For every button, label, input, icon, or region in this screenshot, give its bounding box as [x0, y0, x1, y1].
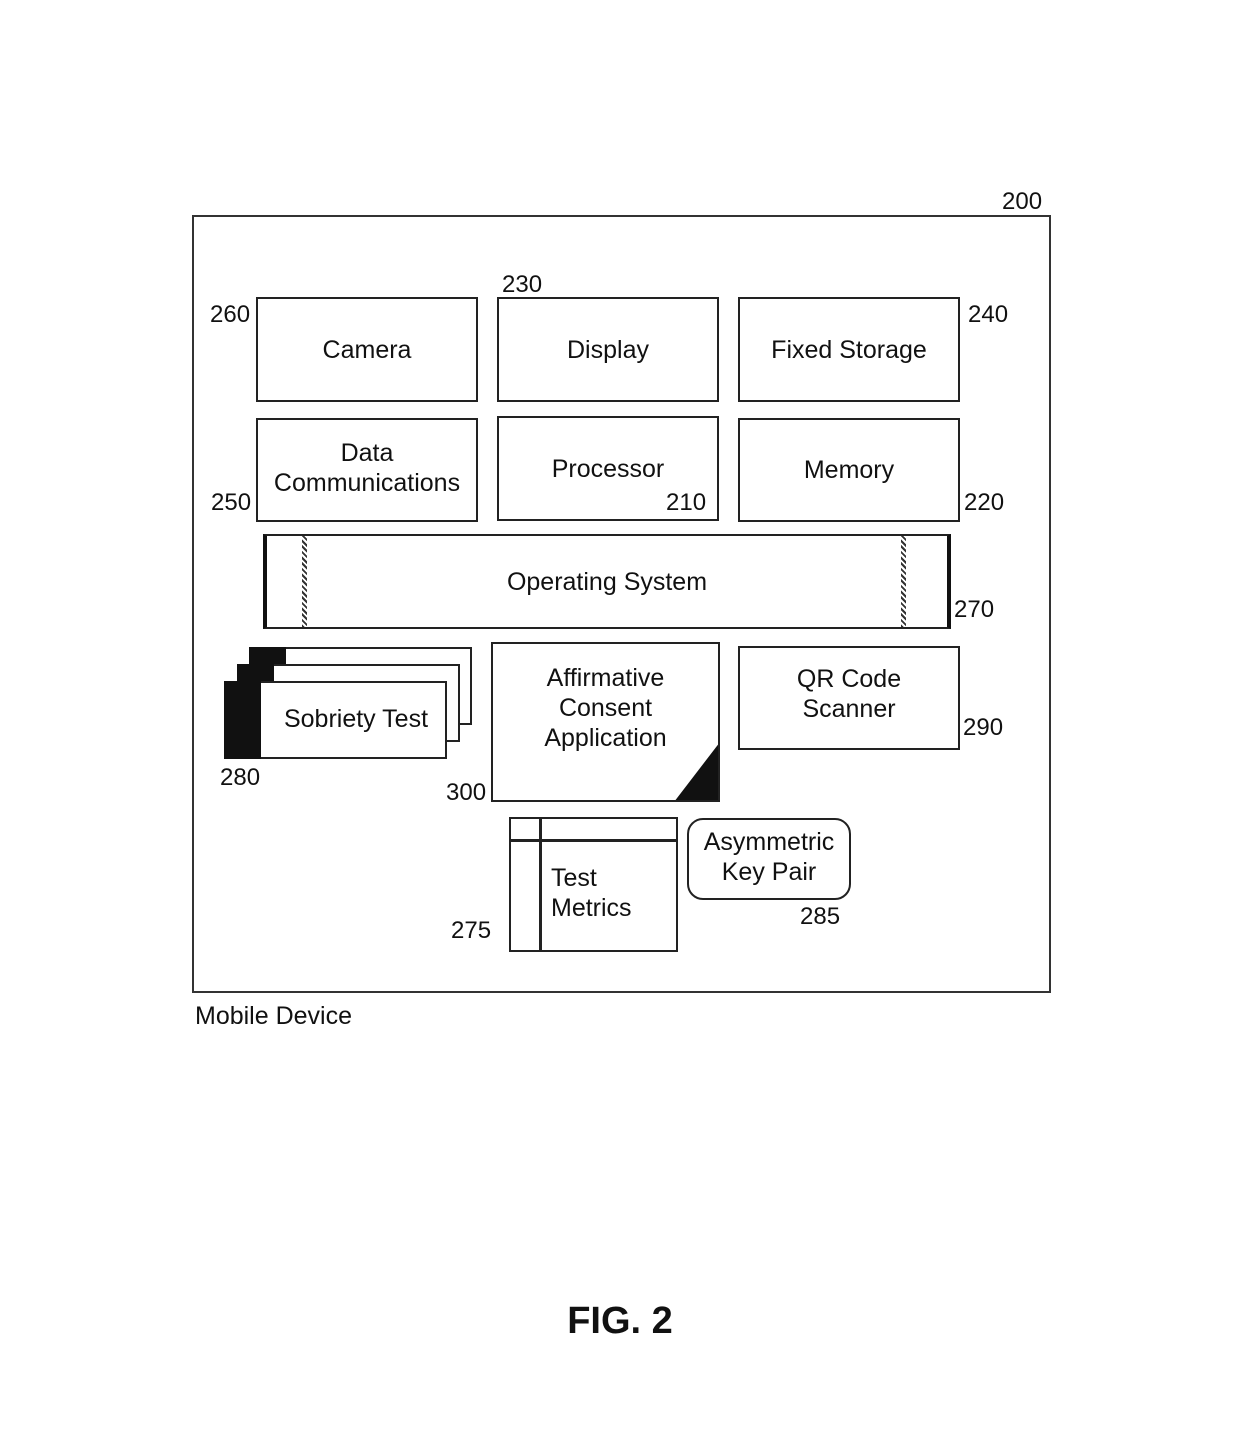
test-metrics-block: Test Metrics — [509, 817, 678, 952]
data-communications-ref-number: 250 — [211, 489, 252, 516]
test-metrics-column-line — [539, 819, 542, 950]
memory-block: Memory — [738, 418, 960, 522]
processor-label: Processor — [551, 455, 665, 483]
sobriety-test-label: Sobriety Test — [283, 705, 429, 733]
data-communications-label-line1: Data — [340, 439, 394, 467]
affirmative-consent-ref-number: 300 — [446, 779, 487, 806]
display-label: Display — [567, 335, 649, 364]
camera-ref-number: 260 — [210, 301, 251, 328]
device-label: Mobile Device — [195, 1002, 353, 1030]
asymmetric-key-pair-block: Asymmetric Key Pair — [687, 818, 851, 900]
operating-system-ref-number: 270 — [954, 596, 995, 623]
qr-code-scanner-ref-number: 290 — [963, 714, 1004, 741]
memory-ref-number: 220 — [964, 489, 1005, 516]
test-metrics-header-line — [511, 839, 676, 842]
sobriety-test-card-front: Sobriety Test — [224, 681, 447, 759]
asymmetric-key-pair-ref-number: 285 — [800, 903, 841, 930]
os-right-divider — [901, 536, 906, 627]
affirmative-consent-label-line3: Application — [544, 724, 667, 752]
operating-system-block: Operating System — [263, 534, 951, 629]
memory-label: Memory — [803, 456, 895, 484]
test-metrics-label-line1: Test — [551, 864, 597, 892]
display-ref-number: 230 — [502, 271, 543, 298]
os-left-divider — [302, 536, 307, 627]
display-block: Display — [497, 297, 719, 402]
operating-system-label: Operating System — [506, 567, 708, 596]
affirmative-consent-label-line1: Affirmative — [546, 664, 665, 692]
camera-block: Camera — [256, 297, 478, 402]
sobriety-test-ref-number: 280 — [220, 764, 261, 791]
affirmative-consent-label-line2: Consent — [558, 694, 653, 722]
asymmetric-key-pair-label-line2: Key Pair — [721, 858, 817, 886]
figure-caption: FIG. 2 — [567, 1300, 673, 1342]
qr-code-scanner-label-line2: Scanner — [802, 695, 896, 723]
fixed-storage-label: Fixed Storage — [771, 335, 927, 364]
camera-label: Camera — [322, 335, 412, 364]
asymmetric-key-pair-label-line1: Asymmetric — [703, 828, 835, 856]
test-metrics-label-line2: Metrics — [551, 894, 632, 922]
device-ref-number: 200 — [1002, 188, 1043, 215]
data-communications-label-line2: Communications — [273, 469, 461, 497]
qr-code-scanner-label-line1: QR Code — [796, 665, 902, 693]
processor-ref-number: 210 — [666, 489, 707, 516]
folded-corner-icon — [675, 744, 718, 800]
qr-code-scanner-block: QR Code Scanner — [738, 646, 960, 750]
test-metrics-ref-number: 275 — [451, 917, 492, 944]
affirmative-consent-application-block: Affirmative Consent Application — [491, 642, 720, 802]
fixed-storage-ref-number: 240 — [968, 301, 1009, 328]
data-communications-block: Data Communications — [256, 418, 478, 522]
fixed-storage-block: Fixed Storage — [738, 297, 960, 402]
